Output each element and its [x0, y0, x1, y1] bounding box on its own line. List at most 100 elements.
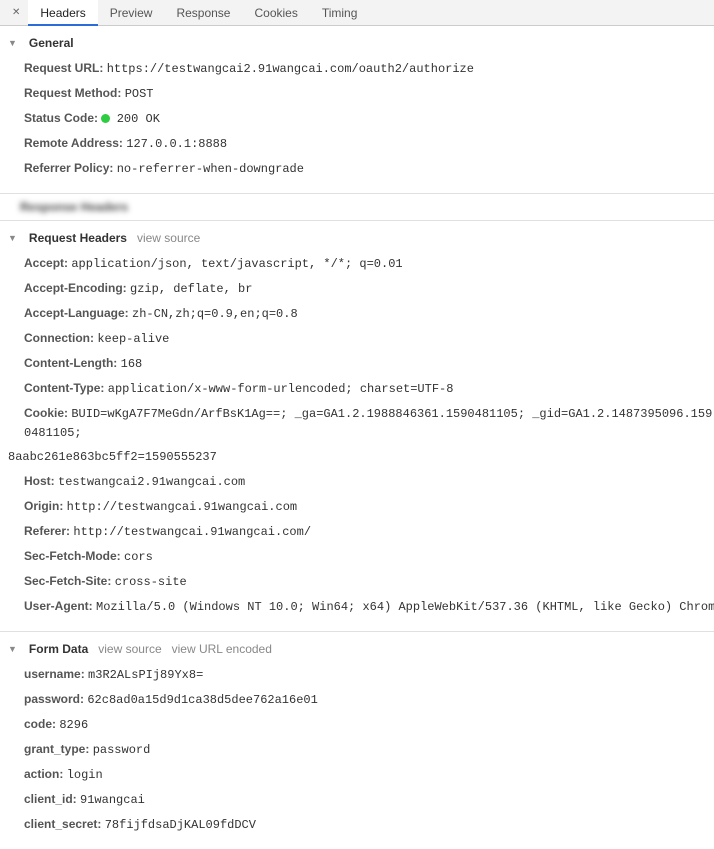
value: m3R2ALsPIj89Yx8= [88, 668, 203, 682]
label: Accept-Language: [24, 306, 129, 320]
label: Referer: [24, 524, 70, 538]
label: password: [24, 692, 84, 706]
header-cookie-continued: 8aabc261e863bc5ff2=1590555237 [8, 445, 714, 469]
label: Request Method: [24, 86, 121, 100]
section-blurred: Response Headers [0, 194, 714, 221]
general-remote-address: Remote Address: 127.0.0.1:8888 [24, 131, 714, 156]
header-sec-fetch-site: Sec-Fetch-Site: cross-site [24, 569, 714, 594]
section-header-request-headers[interactable]: ▼ Request Headers view source [0, 227, 714, 249]
caret-down-icon: ▼ [8, 644, 17, 654]
value: testwangcai2.91wangcai.com [58, 475, 245, 489]
value: password [93, 743, 151, 757]
label: Remote Address: [24, 136, 123, 150]
label: Host: [24, 474, 55, 488]
value: zh-CN,zh;q=0.9,en;q=0.8 [132, 307, 298, 321]
label: Accept-Encoding: [24, 281, 127, 295]
header-content-length: Content-Length: 168 [24, 351, 714, 376]
form-code: code: 8296 [24, 712, 714, 737]
label: Referrer Policy: [24, 161, 113, 175]
header-accept-encoding: Accept-Encoding: gzip, deflate, br [24, 276, 714, 301]
header-user-agent: User-Agent: Mozilla/5.0 (Windows NT 10.0… [24, 594, 714, 619]
value: POST [125, 87, 154, 101]
header-accept-language: Accept-Language: zh-CN,zh;q=0.9,en;q=0.8 [24, 301, 714, 326]
label: User-Agent: [24, 599, 93, 613]
section-title-request-headers: Request Headers [29, 231, 127, 245]
value: 91wangcai [80, 793, 145, 807]
header-content-type: Content-Type: application/x-www-form-url… [24, 376, 714, 401]
label: Sec-Fetch-Site: [24, 574, 111, 588]
label: username: [24, 667, 85, 681]
value: Mozilla/5.0 (Windows NT 10.0; Win64; x64… [96, 600, 714, 614]
label: Content-Type: [24, 381, 104, 395]
general-request-method: Request Method: POST [24, 81, 714, 106]
close-icon[interactable]: ✕ [4, 7, 28, 18]
header-cookie: Cookie: BUID=wKgA7F7MeGdn/ArfBsK1Ag==; _… [24, 401, 714, 445]
blurred-content: Response Headers [20, 200, 160, 214]
view-source-link[interactable]: view source [137, 231, 200, 245]
caret-down-icon: ▼ [8, 233, 17, 243]
form-client-id: client_id: 91wangcai [24, 787, 714, 812]
general-status-code: Status Code: 200 OK [24, 106, 714, 131]
label: action: [24, 767, 63, 781]
header-origin: Origin: http://testwangcai.91wangcai.com [24, 494, 714, 519]
section-header-general[interactable]: ▼ General [0, 32, 714, 54]
value: BUID=wKgA7F7MeGdn/ArfBsK1Ag==; _ga=GA1.2… [24, 407, 712, 440]
header-accept: Accept: application/json, text/javascrip… [24, 251, 714, 276]
value: 127.0.0.1:8888 [126, 137, 227, 151]
label: Accept: [24, 256, 68, 270]
section-request-headers: ▼ Request Headers view source Accept: ap… [0, 221, 714, 632]
form-grant-type: grant_type: password [24, 737, 714, 762]
value: 8296 [59, 718, 88, 732]
value: keep-alive [97, 332, 169, 346]
value: http://testwangcai.91wangcai.com [67, 500, 297, 514]
label: Status Code: [24, 111, 98, 125]
label: Cookie: [24, 406, 68, 420]
status-dot-icon [101, 114, 110, 123]
label: Sec-Fetch-Mode: [24, 549, 121, 563]
form-action: action: login [24, 762, 714, 787]
value: https://testwangcai2.91wangcai.com/oauth… [107, 62, 474, 76]
label: Connection: [24, 331, 94, 345]
header-connection: Connection: keep-alive [24, 326, 714, 351]
label: grant_type: [24, 742, 89, 756]
section-header-form-data[interactable]: ▼ Form Data view source view URL encoded [0, 638, 714, 660]
label: client_id: [24, 792, 77, 806]
header-sec-fetch-mode: Sec-Fetch-Mode: cors [24, 544, 714, 569]
section-title-form-data: Form Data [29, 642, 88, 656]
header-referer: Referer: http://testwangcai.91wangcai.co… [24, 519, 714, 544]
section-form-data: ▼ Form Data view source view URL encoded… [0, 632, 714, 849]
tab-headers[interactable]: Headers [28, 0, 97, 26]
caret-down-icon: ▼ [8, 38, 17, 48]
value: gzip, deflate, br [130, 282, 252, 296]
value: cors [124, 550, 153, 564]
view-url-encoded-link[interactable]: view URL encoded [172, 642, 272, 656]
value: no-referrer-when-downgrade [117, 162, 304, 176]
value: 78fijfdsaDjKAL09fdDCV [105, 818, 256, 832]
value: 200 OK [117, 112, 160, 126]
label: client_secret: [24, 817, 101, 831]
tab-preview[interactable]: Preview [98, 0, 165, 26]
section-title-general: General [29, 36, 74, 50]
value: 62c8ad0a15d9d1ca38d5dee762a16e01 [87, 693, 317, 707]
tab-cookies[interactable]: Cookies [242, 0, 309, 26]
header-host: Host: testwangcai2.91wangcai.com [24, 469, 714, 494]
view-source-link[interactable]: view source [98, 642, 161, 656]
section-general: ▼ General Request URL: https://testwangc… [0, 26, 714, 194]
value: login [67, 768, 103, 782]
tab-timing[interactable]: Timing [310, 0, 370, 26]
form-client-secret: client_secret: 78fijfdsaDjKAL09fdDCV [24, 812, 714, 837]
general-request-url: Request URL: https://testwangcai2.91wang… [24, 56, 714, 81]
label: Request URL: [24, 61, 103, 75]
label: Origin: [24, 499, 63, 513]
general-referrer-policy: Referrer Policy: no-referrer-when-downgr… [24, 156, 714, 181]
value: application/json, text/javascript, */*; … [71, 257, 402, 271]
value: http://testwangcai.91wangcai.com/ [73, 525, 311, 539]
tab-response[interactable]: Response [164, 0, 242, 26]
label: Content-Length: [24, 356, 117, 370]
value: 168 [121, 357, 143, 371]
form-password: password: 62c8ad0a15d9d1ca38d5dee762a16e… [24, 687, 714, 712]
value: cross-site [115, 575, 187, 589]
value: application/x-www-form-urlencoded; chars… [108, 382, 454, 396]
tab-bar: ✕ Headers Preview Response Cookies Timin… [0, 0, 714, 26]
label: code: [24, 717, 56, 731]
